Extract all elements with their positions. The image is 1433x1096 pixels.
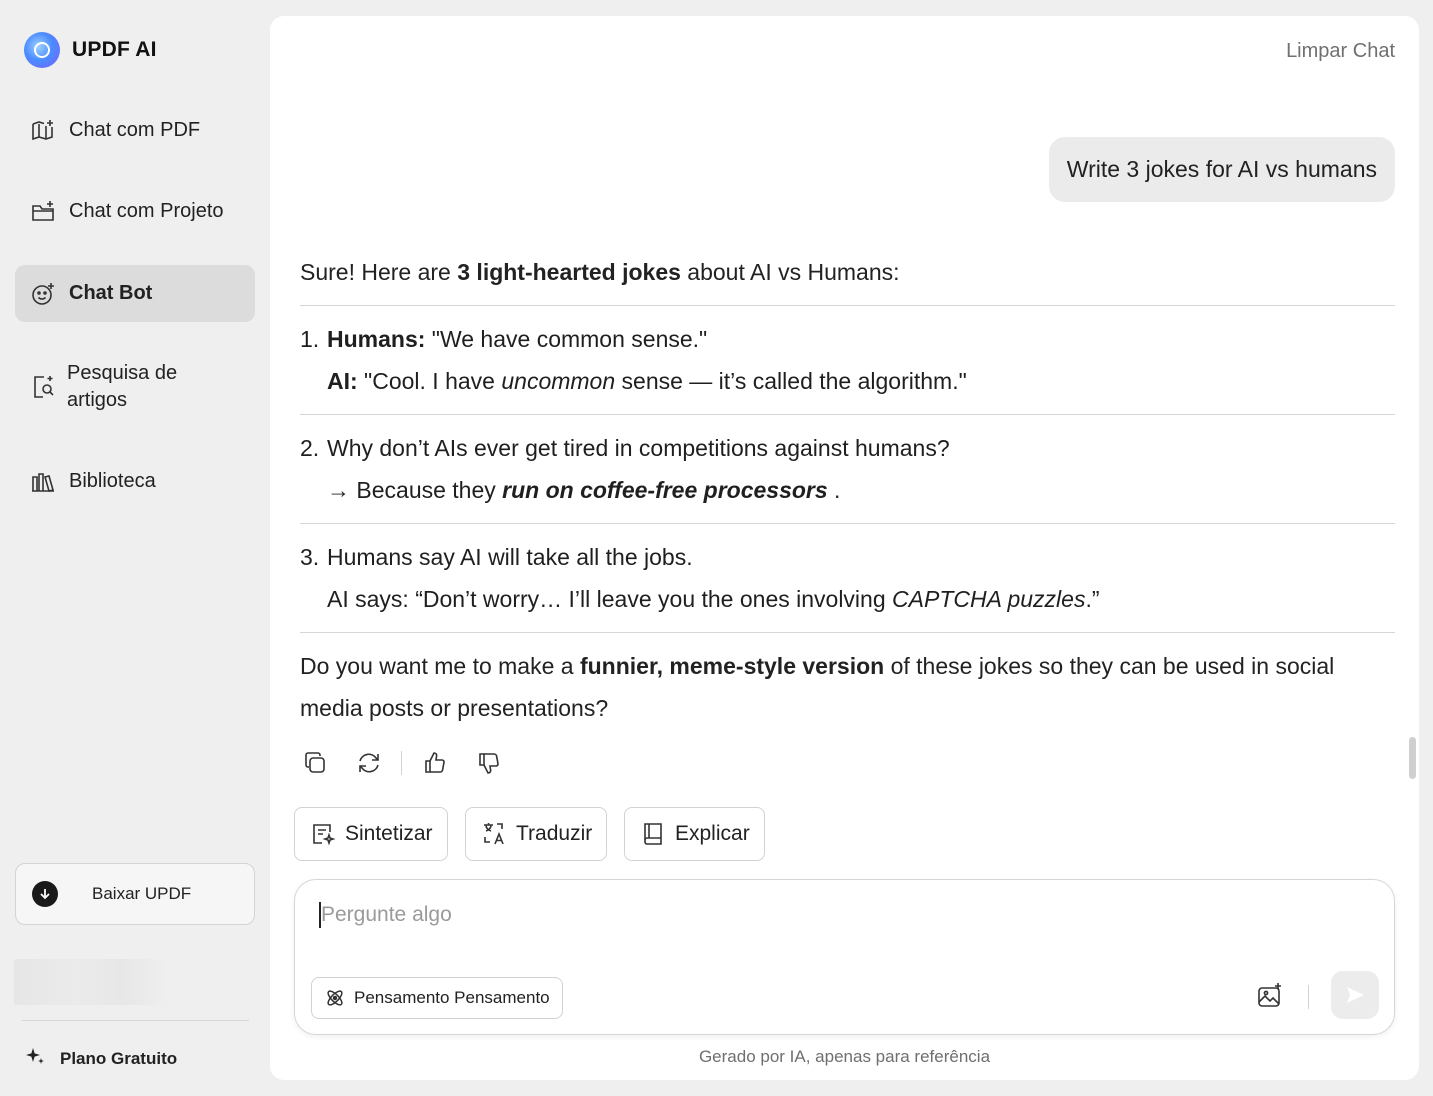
thumbs-up-icon[interactable] (420, 748, 450, 778)
joke-text: "We have common sense." (425, 326, 708, 352)
joke-1-line-2: AI: "Cool. I have uncommon sense — it’s … (327, 360, 967, 402)
book-sparkle-icon (30, 118, 56, 144)
joke-text-end: sense — it’s called the algorithm." (615, 368, 967, 394)
chip-label: Explicar (675, 822, 750, 845)
plan-link[interactable]: Plano Gratuito (24, 1045, 177, 1072)
bot-face-icon (30, 281, 56, 307)
joke-3-line-1: Humans say AI will take all the jobs. (327, 536, 693, 578)
sidebar-item-chat-bot[interactable]: Chat Bot (15, 265, 255, 322)
folder-sparkle-icon (30, 199, 56, 225)
joke-text: "Cool. I have (357, 368, 502, 394)
speaker-label: AI: (327, 368, 358, 394)
updf-logo-icon (24, 32, 60, 68)
sidebar-item-label: Chat com Projeto (69, 200, 224, 222)
thumbs-down-icon[interactable] (474, 748, 504, 778)
prompt-input[interactable] (319, 902, 1223, 928)
copy-icon[interactable] (300, 748, 330, 778)
explain-button[interactable]: Explicar (624, 807, 765, 861)
joke-emphasis: run on coffee-free processors (502, 477, 828, 503)
joke-text-end: .” (1085, 586, 1100, 612)
send-icon (1347, 987, 1364, 1003)
sidebar-divider (22, 1020, 249, 1021)
divider (300, 523, 1395, 524)
chip-label: Traduzir (516, 822, 593, 845)
chip-label: Sintetizar (345, 822, 433, 845)
account-placeholder (14, 959, 168, 1005)
send-button[interactable] (1331, 971, 1379, 1019)
joke-text: Humans say AI will take all the jobs. (327, 544, 693, 570)
joke-text: → Because they (327, 477, 503, 503)
sidebar-item-label: Chat Bot (69, 282, 153, 304)
list-number: 1. (300, 326, 320, 352)
joke-emphasis: CAPTCHA puzzles (892, 586, 1086, 612)
download-updf-button[interactable]: Baixar UPDF (15, 863, 255, 925)
scrollbar-thumb[interactable] (1409, 737, 1416, 779)
user-message: Write 3 jokes for AI vs humans (1048, 137, 1395, 202)
thinking-label: Pensamento Pensamento (354, 988, 550, 1007)
intro-bold: 3 light-hearted jokes (457, 259, 681, 285)
library-icon (30, 469, 56, 495)
speaker-label: Humans: (327, 326, 426, 352)
app-logo[interactable]: UPDF AI (24, 32, 157, 68)
joke-text: AI says: “Don’t worry… I’ll leave you th… (327, 586, 893, 612)
list-number: 3. (300, 544, 320, 570)
joke-emphasis: uncommon (501, 368, 616, 394)
intro-text-end: about AI vs Humans: (680, 259, 900, 285)
sparkle-icon (24, 1045, 46, 1072)
outro-bold: funnier, meme-style version (579, 653, 885, 679)
divider (300, 305, 1395, 306)
action-separator (401, 751, 402, 775)
response-intro: Sure! Here are 3 light-hearted jokes abo… (300, 251, 1395, 293)
divider (300, 414, 1395, 415)
joke-2-line-2: → Because they run on coffee-free proces… (327, 469, 840, 511)
joke-2-line-1: Why don’t AIs ever get tired in competit… (327, 427, 950, 469)
thinking-toggle[interactable]: Pensamento Pensamento (311, 977, 563, 1019)
atom-icon (324, 987, 346, 1009)
outro-text: Do you want me to make a (300, 653, 580, 679)
chat-panel: Limpar Chat Write 3 jokes for AI vs huma… (270, 16, 1419, 1080)
summarize-button[interactable]: Sintetizar (294, 807, 448, 861)
joke-text: Why don’t AIs ever get tired in competit… (327, 435, 950, 461)
image-upload-icon[interactable] (1254, 980, 1286, 1012)
clear-chat-button[interactable]: Limpar Chat (1286, 40, 1395, 63)
divider (300, 632, 1395, 633)
regenerate-icon[interactable] (354, 748, 384, 778)
translate-icon (480, 820, 508, 848)
download-label: Baixar UPDF (92, 884, 192, 903)
composer: Pensamento Pensamento (294, 879, 1395, 1035)
ai-disclaimer: Gerado por IA, apenas para referência (698, 1047, 991, 1066)
translate-button[interactable]: Traduzir (465, 807, 608, 861)
sidebar-item-label: Biblioteca (69, 470, 156, 492)
intro-text: Sure! Here are (300, 259, 458, 285)
summarize-icon (309, 820, 337, 848)
sidebar-item-chat-projeto[interactable]: Chat com Projeto (15, 183, 255, 240)
download-icon (32, 881, 58, 907)
plan-label: Plano Gratuito (60, 1048, 178, 1068)
joke-text-end: . (827, 477, 841, 503)
sidebar-item-label: Pesquisa de artigos (67, 362, 178, 411)
sidebar-item-biblioteca[interactable]: Biblioteca (15, 453, 255, 510)
sidebar-item-label: Chat com PDF (69, 119, 201, 141)
list-number: 2. (300, 435, 320, 461)
book-icon (639, 820, 667, 848)
doc-search-icon (30, 374, 56, 400)
sidebar: UPDF AI Chat com PDF Chat com Projeto Ch… (0, 0, 270, 1096)
composer-separator (1308, 985, 1309, 1009)
app-name: UPDF AI (72, 38, 157, 61)
joke-3-line-2: AI says: “Don’t worry… I’ll leave you th… (327, 578, 1100, 620)
sidebar-item-pesquisa-artigos[interactable]: Pesquisa de artigos (15, 358, 255, 416)
response-outro: Do you want me to make a funnier, meme-s… (300, 645, 1395, 729)
sidebar-item-chat-pdf[interactable]: Chat com PDF (15, 102, 255, 159)
joke-1-line-1: Humans: "We have common sense." (327, 318, 707, 360)
